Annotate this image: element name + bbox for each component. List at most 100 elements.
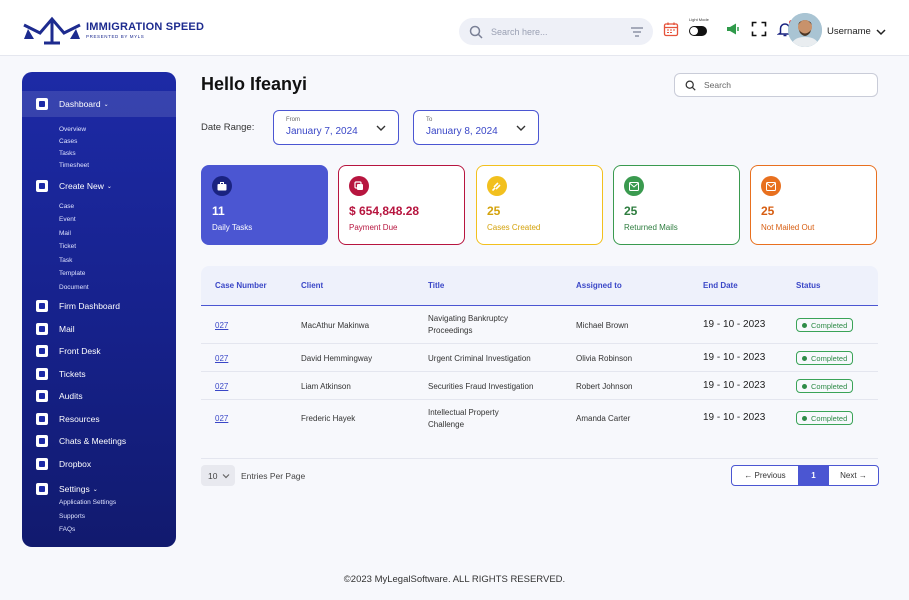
date-range-label: Date Range: xyxy=(201,122,255,133)
status-badge: Completed xyxy=(796,351,854,365)
case-number-link[interactable]: 027 xyxy=(215,382,228,391)
card-value: $ 654,848.28 xyxy=(349,204,420,218)
username-label: Username xyxy=(827,26,871,37)
col-client[interactable]: Client xyxy=(301,281,323,290)
to-date-select[interactable]: To January 8, 2024 xyxy=(413,110,539,145)
pagination: ← Previous 1 Next → xyxy=(731,465,879,486)
dropbox-icon xyxy=(36,458,48,470)
next-button[interactable]: Next → xyxy=(828,466,878,485)
sidebar-subitem-timesheet[interactable]: Timesheet xyxy=(59,162,89,169)
sidebar-item-label: Create New xyxy=(59,181,104,191)
sidebar-subitem-mail[interactable]: Mail xyxy=(59,230,71,237)
card-payment-due[interactable]: $ 654,848.28 Payment Due xyxy=(338,165,465,245)
fullscreen-icon[interactable] xyxy=(751,21,767,37)
col-status[interactable]: Status xyxy=(796,281,820,290)
sidebar-subitem-cases[interactable]: Cases xyxy=(59,138,77,145)
case-number-link[interactable]: 027 xyxy=(215,321,228,330)
header-actions: Light Mode xyxy=(663,17,803,38)
sidebar: Dashboard ⌄ Overview Cases Tasks Timeshee… xyxy=(22,72,176,547)
chat-icon xyxy=(36,435,48,447)
sidebar-subitem-task[interactable]: Task xyxy=(59,257,72,264)
status-text: Completed xyxy=(811,320,848,330)
to-label: To xyxy=(426,117,433,123)
avatar[interactable] xyxy=(788,13,822,47)
col-case-number[interactable]: Case Number xyxy=(215,281,267,290)
user-menu[interactable]: Username xyxy=(827,26,887,37)
database-icon xyxy=(36,413,48,425)
copyright-text: ©2023 MyLegalSoftware. ALL RIGHTS RESERV… xyxy=(343,574,566,585)
table-row[interactable]: 027 MacAthur Makinwa Navigating Bankrupt… xyxy=(201,306,878,344)
megaphone-icon[interactable] xyxy=(725,21,741,37)
sidebar-subitem-faqs[interactable]: FAQs xyxy=(59,526,75,533)
table-row[interactable]: 027 David Hemmingway Urgent Criminal Inv… xyxy=(201,344,878,372)
per-page-select[interactable]: 10 xyxy=(201,465,235,486)
calendar-icon[interactable] xyxy=(663,21,679,37)
status-dot-icon xyxy=(802,415,807,421)
title-cell-line1: Intellectual Property xyxy=(428,408,499,417)
mail-out-icon xyxy=(761,176,781,196)
sidebar-subitem-template[interactable]: Template xyxy=(59,270,85,277)
cases-table: Case Number Client Title Assigned to End… xyxy=(201,266,878,436)
brand-logo[interactable]: IMMIGRATION SPEED PRESENTED BY MYLS xyxy=(22,15,204,45)
table-divider xyxy=(201,458,878,459)
case-number-link[interactable]: 027 xyxy=(215,354,228,363)
client-cell: David Hemmingway xyxy=(301,354,373,363)
sidebar-item-label: Settings xyxy=(59,484,90,494)
sidebar-subitem-application-settings[interactable]: Application Settings xyxy=(59,499,116,506)
sidebar-item-label: Firm Dashboard xyxy=(59,301,120,311)
sidebar-item-label: Audits xyxy=(59,391,83,401)
sidebar-item-dropbox[interactable]: Dropbox xyxy=(22,451,176,477)
col-assigned-to[interactable]: Assigned to xyxy=(576,281,622,290)
chevron-down-icon xyxy=(516,125,526,131)
chevron-down-icon: ⌄ xyxy=(106,183,112,190)
sidebar-subitem-ticket[interactable]: Ticket xyxy=(59,243,76,250)
header-search-input[interactable]: Search here... xyxy=(459,18,653,45)
status-badge: Completed xyxy=(796,411,854,425)
col-title[interactable]: Title xyxy=(428,281,444,290)
gear-icon xyxy=(36,483,48,495)
filter-icon[interactable] xyxy=(631,26,643,37)
table-row[interactable]: 027 Liam Atkinson Securities Fraud Inves… xyxy=(201,372,878,400)
assigned-cell: Olivia Robinson xyxy=(576,354,633,363)
card-daily-tasks[interactable]: 11 Daily Tasks xyxy=(201,165,328,245)
card-label: Not Mailed Out xyxy=(761,223,815,232)
sidebar-subitem-event[interactable]: Event xyxy=(59,216,76,223)
title-cell-line1: Navigating Bankruptcy xyxy=(428,314,509,323)
title-cell: Urgent Criminal Investigation xyxy=(428,354,531,363)
case-number-link[interactable]: 027 xyxy=(215,414,228,423)
end-date-cell: 19 - 10 - 2023 xyxy=(703,319,766,330)
sidebar-subitem-document[interactable]: Document xyxy=(59,284,89,291)
card-value: 11 xyxy=(212,204,225,218)
page-button-current[interactable]: 1 xyxy=(799,466,828,485)
brand-tagline: PRESENTED BY MYLS xyxy=(86,34,145,39)
assigned-cell: Michael Brown xyxy=(576,321,629,330)
from-date-select[interactable]: From January 7, 2024 xyxy=(273,110,399,145)
col-end-date[interactable]: End Date xyxy=(703,281,738,290)
grid-icon xyxy=(36,98,48,110)
to-value: January 8, 2024 xyxy=(426,126,498,137)
from-label: From xyxy=(286,117,300,123)
theme-toggle[interactable]: Light Mode xyxy=(689,17,715,38)
card-not-mailed-out[interactable]: 25 Not Mailed Out xyxy=(750,165,877,245)
footer: ©2023 MyLegalSoftware. ALL RIGHTS RESERV… xyxy=(0,574,909,585)
sidebar-subitem-overview[interactable]: Overview xyxy=(59,126,86,133)
main-search-input[interactable]: Search xyxy=(674,73,878,97)
end-date-cell: 19 - 10 - 2023 xyxy=(703,380,766,391)
sidebar-item-create-new[interactable]: Create New ⌄ xyxy=(22,173,176,199)
client-cell: MacAthur Makinwa xyxy=(301,321,370,330)
briefcase-icon xyxy=(212,176,232,196)
sidebar-subitem-tasks[interactable]: Tasks xyxy=(59,150,76,157)
chevron-down-icon xyxy=(876,28,886,35)
building-icon xyxy=(36,300,48,312)
card-returned-mails[interactable]: 25 Returned Mails xyxy=(613,165,740,245)
assigned-cell: Robert Johnson xyxy=(576,382,633,391)
sidebar-item-dashboard[interactable]: Dashboard ⌄ xyxy=(22,91,176,117)
sidebar-subitem-supports[interactable]: Supports xyxy=(59,513,85,520)
sidebar-subitem-case[interactable]: Case xyxy=(59,203,74,210)
toggle-switch[interactable] xyxy=(689,26,707,36)
card-cases-created[interactable]: 25 Cases Created xyxy=(476,165,603,245)
mail-return-icon xyxy=(624,176,644,196)
per-page-value: 10 xyxy=(208,470,218,481)
previous-button[interactable]: ← Previous xyxy=(732,466,799,485)
table-row[interactable]: 027 Frederic Hayek Intellectual Property… xyxy=(201,400,878,438)
